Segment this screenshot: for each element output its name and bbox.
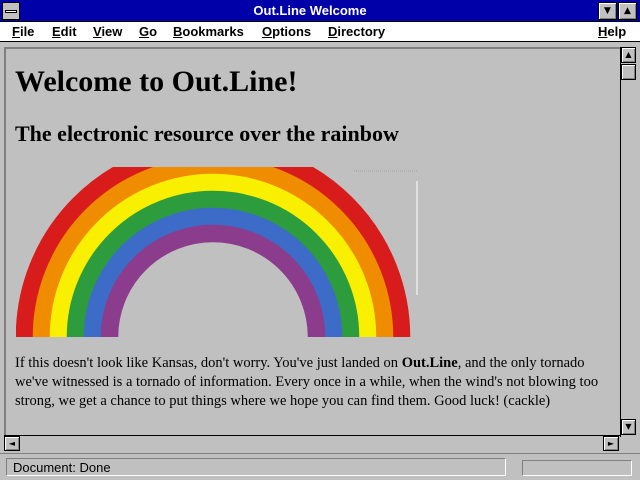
window-title: Out.Line Welcome	[253, 3, 367, 18]
status-bar: Document: Done	[0, 453, 640, 480]
menu-go[interactable]: Go	[139, 24, 157, 39]
system-menu-icon[interactable]	[2, 2, 20, 20]
rainbow-image	[16, 167, 418, 338]
minimize-button[interactable]: ▼	[598, 2, 617, 20]
menu-directory[interactable]: Directory	[328, 24, 385, 39]
page-subheading: The electronic resource over the rainbow	[15, 121, 399, 146]
menu-bar: File Edit View Go Bookmarks Options Dire…	[0, 22, 640, 42]
menu-view[interactable]: View	[93, 24, 122, 39]
scroll-down-button[interactable]: ▼	[621, 419, 636, 435]
vertical-scroll-thumb[interactable]	[621, 64, 636, 80]
title-bar[interactable]: Out.Line Welcome ▼ ▲	[0, 0, 640, 22]
page-heading: Welcome to Out.Line!	[15, 65, 298, 98]
intro-paragraph: If this doesn't look like Kansas, don't …	[15, 355, 599, 409]
menu-options[interactable]: Options	[262, 24, 311, 39]
document-content: Welcome to Out.Line! The electronic reso…	[6, 49, 620, 435]
scroll-right-button[interactable]: ►	[603, 436, 619, 451]
menu-file[interactable]: File	[12, 24, 34, 39]
horizontal-scrollbar[interactable]: ◄ ►	[4, 435, 620, 451]
menu-edit[interactable]: Edit	[52, 24, 77, 39]
browser-window: Out.Line Welcome ▼ ▲ File Edit View Go B…	[0, 0, 640, 480]
menu-help[interactable]: Help	[598, 24, 626, 39]
site-name: Out.Line	[401, 355, 458, 371]
scroll-left-button[interactable]: ◄	[4, 436, 20, 451]
status-text: Document: Done	[6, 458, 506, 476]
vertical-scrollbar[interactable]: ▲ ▼	[620, 47, 636, 437]
menu-bookmarks[interactable]: Bookmarks	[173, 24, 244, 39]
scroll-up-button[interactable]: ▲	[621, 47, 636, 63]
progress-indicator	[522, 460, 632, 476]
maximize-button[interactable]: ▲	[618, 2, 637, 20]
document-viewport[interactable]: Welcome to Out.Line! The electronic reso…	[4, 47, 620, 435]
